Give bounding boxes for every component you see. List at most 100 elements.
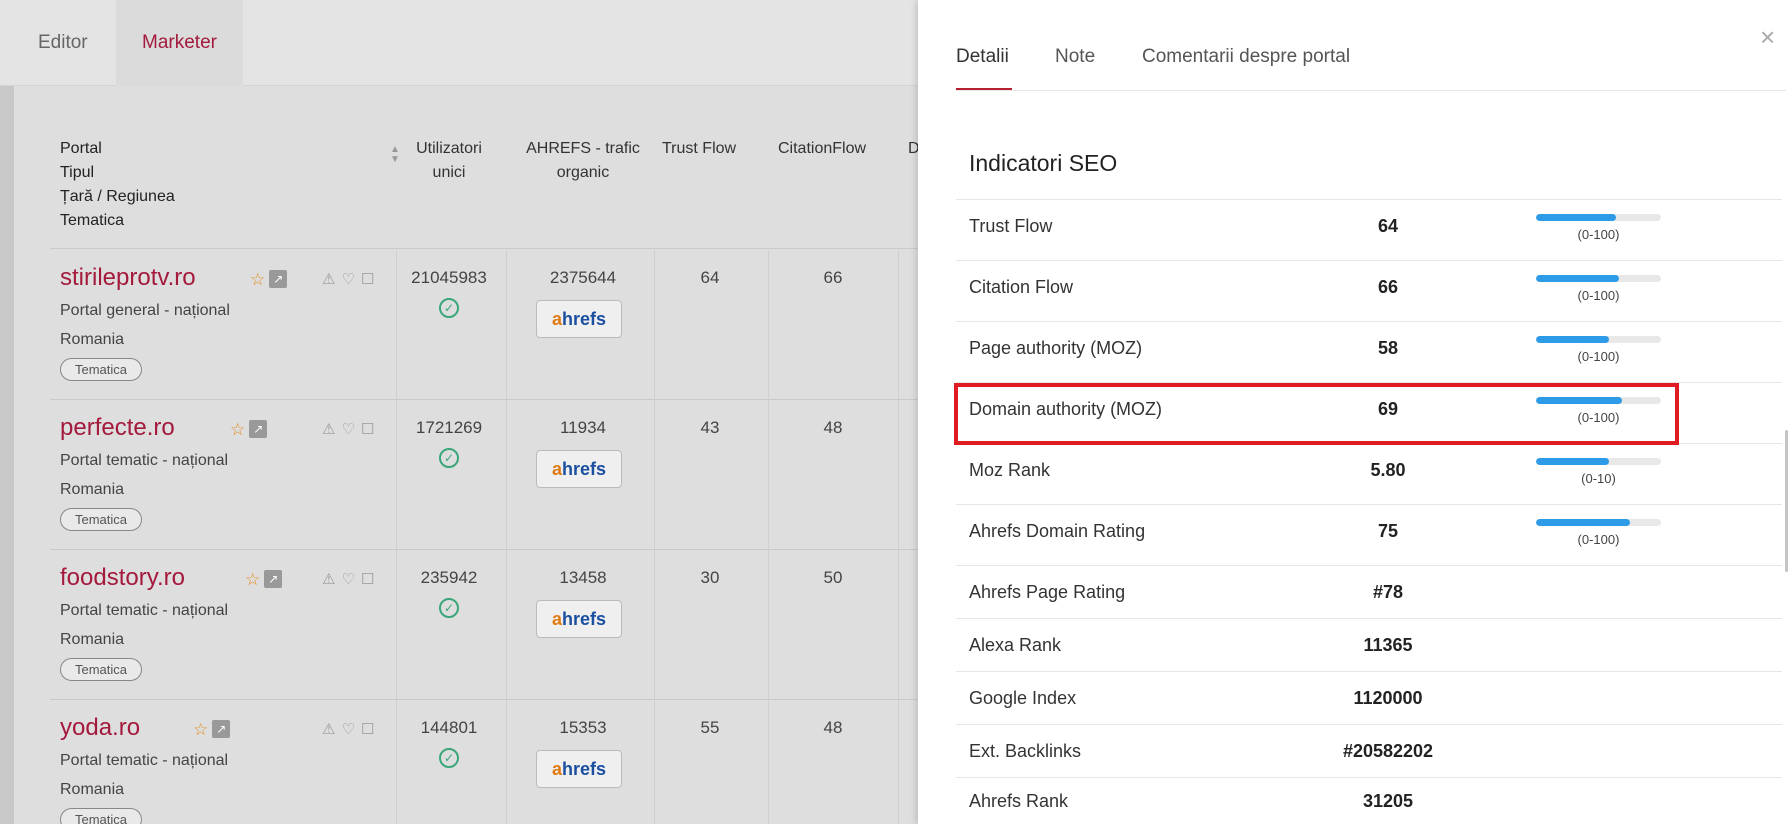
progress-bar: [1536, 275, 1661, 282]
unique-users: 21045983: [411, 268, 487, 287]
seo-indicator-value: #78: [1372, 582, 1404, 602]
tabs-divider: [956, 90, 1786, 91]
seo-indicator-value: 66: [1377, 277, 1399, 297]
tab-details[interactable]: Detalii: [956, 46, 1009, 68]
portal-type: Portal tematic - național: [60, 752, 229, 769]
progress-bar-fill: [1536, 336, 1609, 343]
favorite-star-icon[interactable]: ☆ ↗: [250, 270, 288, 290]
seo-indicator-value: 1120000: [1353, 688, 1423, 708]
header-ahrefs-label: AHREFS - trafic organic: [526, 140, 640, 181]
seo-indicator-range: (0-100): [1577, 349, 1620, 364]
unique-users: 1721269: [415, 418, 483, 437]
portal-link[interactable]: foodstory.ro: [60, 564, 185, 592]
header-type: Tipul: [60, 164, 95, 181]
progress-bar: [1536, 214, 1661, 221]
seo-indicator-label: Page authority (MOZ): [969, 338, 1143, 358]
seo-indicator-row: Ahrefs Page Rating #78: [956, 565, 1782, 618]
citation-flow-value: 50: [823, 568, 843, 587]
progress-bar: [1536, 519, 1661, 526]
table-row: foodstory.ro ☆ ↗ ⚠♡☐ Portal tematic - naț…: [50, 550, 918, 700]
sort-icon[interactable]: ▲ ▼: [390, 145, 400, 165]
seo-indicator-value: 58: [1377, 338, 1399, 358]
header-users-label: Utilizatori unici: [416, 140, 482, 181]
highlight-box: [954, 383, 1679, 445]
progress-bar-fill: [1536, 458, 1609, 465]
ahrefs-logo-a: a: [551, 609, 562, 629]
tab-editor[interactable]: Editor: [0, 0, 126, 86]
header-trust-label: Trust Flow: [662, 140, 737, 157]
ahrefs-logo-a: a: [551, 309, 562, 329]
seo-indicator-value: 11365: [1363, 635, 1413, 655]
column-header-users[interactable]: Utilizatori unici: [402, 137, 496, 185]
trust-flow-value: 30: [700, 568, 720, 587]
seo-indicator-range: (0-100): [1577, 227, 1620, 242]
portal-link[interactable]: stirileprotv.ro: [60, 264, 196, 292]
seo-indicator-row: Ext. Backlinks #20582202: [956, 724, 1782, 777]
portal-country: Romania: [60, 331, 125, 348]
portal-country: Romania: [60, 781, 125, 798]
citation-flow-value: 66: [823, 268, 843, 287]
seo-indicator-row: Trust Flow 64 (0-100): [956, 199, 1782, 260]
header-theme: Tematica: [60, 212, 125, 229]
portal-type: Portal tematic - național: [60, 452, 229, 469]
row-action-icons[interactable]: ⚠♡☐: [322, 420, 380, 438]
column-header-portal[interactable]: Portal Tipul Țară / Regiunea Tematica ▲ ▼: [60, 137, 400, 233]
favorite-star-icon[interactable]: ☆ ↗: [193, 720, 231, 740]
column-header-ahrefs-traffic[interactable]: AHREFS - trafic organic: [514, 137, 652, 185]
seo-indicator-label: Ahrefs Page Rating: [969, 582, 1126, 602]
unique-users: 144801: [420, 718, 478, 737]
column-header-citation-flow[interactable]: CitationFlow: [778, 137, 866, 161]
seo-indicator-row: Google Index 1120000: [956, 671, 1782, 724]
unique-users: 235942: [420, 568, 478, 587]
seo-indicator-value: 64: [1377, 216, 1399, 236]
external-link-icon[interactable]: ↗: [264, 570, 283, 588]
citation-flow-value: 48: [823, 418, 843, 437]
ahrefs-button[interactable]: ahrefs: [536, 750, 622, 788]
seo-indicator-value: #20582202: [1342, 741, 1434, 761]
tab-marketer[interactable]: Marketer: [116, 0, 243, 86]
ahrefs-button[interactable]: ahrefs: [536, 600, 622, 638]
verified-check-icon: ✓: [439, 748, 459, 768]
seo-indicator-range: (0-100): [1577, 532, 1620, 547]
role-tabs-bar: Editor Marketer: [0, 0, 918, 86]
theme-tag[interactable]: Tematica: [60, 658, 143, 681]
ahrefs-logo-a: a: [551, 459, 562, 479]
progress-bar-fill: [1536, 214, 1616, 221]
organic-traffic: 11934: [559, 418, 606, 437]
favorite-star-icon[interactable]: ☆ ↗: [245, 570, 283, 590]
row-action-icons[interactable]: ⚠♡☐: [322, 720, 380, 738]
column-header-trust-flow[interactable]: Trust Flow: [662, 137, 736, 161]
close-icon[interactable]: ×: [1760, 22, 1775, 53]
seo-indicator-label: Ahrefs Domain Rating: [969, 521, 1146, 541]
left-strip: [0, 86, 14, 824]
theme-tag[interactable]: Tematica: [60, 808, 143, 824]
theme-tag[interactable]: Tematica: [60, 508, 143, 531]
external-link-icon[interactable]: ↗: [269, 270, 288, 288]
portal-link[interactable]: perfecte.ro: [60, 414, 175, 442]
external-link-icon[interactable]: ↗: [249, 420, 268, 438]
progress-bar-fill: [1536, 519, 1630, 526]
section-title: Indicatori SEO: [969, 150, 1118, 176]
row-action-icons[interactable]: ⚠♡☐: [322, 270, 380, 288]
seo-indicator-row: Alexa Rank 11365: [956, 618, 1782, 671]
portal-link[interactable]: yoda.ro: [60, 714, 140, 742]
external-link-icon[interactable]: ↗: [212, 720, 231, 738]
seo-indicator-label: Citation Flow: [969, 277, 1074, 297]
ahrefs-button[interactable]: ahrefs: [536, 300, 622, 338]
tab-notes[interactable]: Note: [1055, 46, 1095, 68]
ahrefs-logo-a: a: [551, 759, 562, 779]
scrollbar[interactable]: [1785, 430, 1788, 572]
theme-tag[interactable]: Tematica: [60, 358, 143, 381]
trust-flow-value: 55: [700, 718, 720, 737]
header-country: Țară / Regiunea: [60, 188, 175, 205]
seo-indicator-value: 31205: [1362, 791, 1414, 811]
ahrefs-button[interactable]: ahrefs: [536, 450, 622, 488]
tab-portal-comments[interactable]: Comentarii despre portal: [1142, 46, 1350, 68]
row-action-icons[interactable]: ⚠♡☐: [322, 570, 380, 588]
verified-check-icon: ✓: [439, 598, 459, 618]
organic-traffic: 2375644: [549, 268, 617, 287]
seo-indicator-label: Alexa Rank: [969, 635, 1062, 655]
seo-indicator-value: 75: [1377, 521, 1399, 541]
seo-indicator-value: 5.80: [1370, 460, 1406, 480]
favorite-star-icon[interactable]: ☆ ↗: [230, 420, 268, 440]
